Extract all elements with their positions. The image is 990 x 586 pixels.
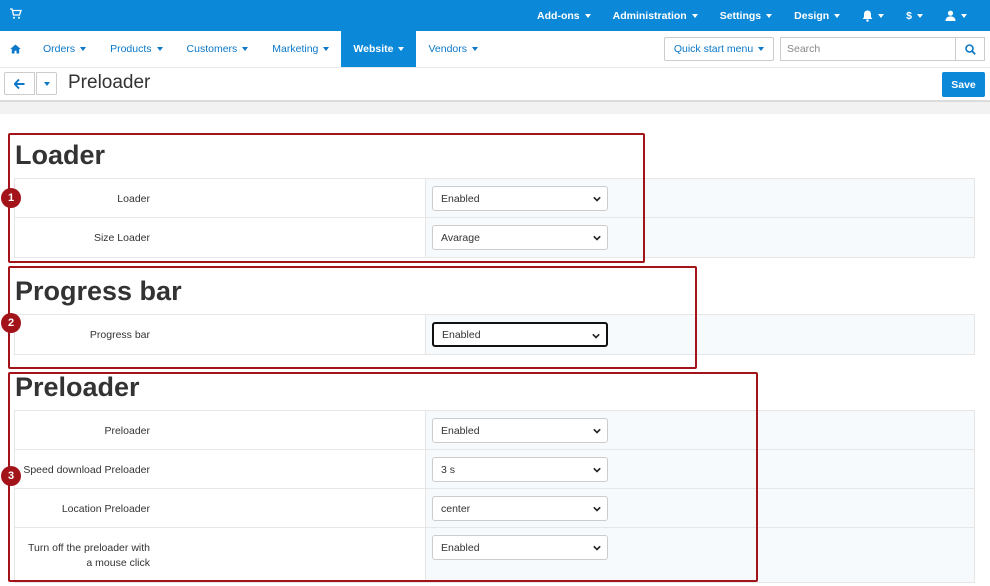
chevron-down-icon bbox=[80, 47, 87, 51]
nav-marketing-label: Marketing bbox=[272, 43, 319, 55]
top-menu: Add-ons Administration Settings Design $ bbox=[526, 0, 978, 31]
nav-products-label: Products bbox=[110, 43, 152, 55]
annotation-box-3 bbox=[8, 372, 758, 582]
annotation-box-1 bbox=[8, 133, 645, 263]
menu-administration-label: Administration bbox=[612, 9, 687, 22]
annotation-badge-3: 3 bbox=[1, 466, 21, 486]
nav-home[interactable] bbox=[0, 31, 31, 67]
menu-addons[interactable]: Add-ons bbox=[526, 10, 602, 22]
chevron-down-icon bbox=[43, 81, 50, 86]
page-toolbar: Preloader Save bbox=[0, 68, 990, 102]
menu-addons-label: Add-ons bbox=[537, 9, 580, 22]
menu-currency[interactable]: $ bbox=[895, 10, 934, 22]
nav-marketing[interactable]: Marketing bbox=[260, 31, 341, 67]
search-icon bbox=[964, 43, 976, 55]
cart-icon[interactable] bbox=[10, 8, 22, 20]
menu-design[interactable]: Design bbox=[783, 10, 851, 22]
chevron-down-icon bbox=[472, 47, 479, 51]
menu-administration[interactable]: Administration bbox=[602, 10, 709, 22]
nav-vendors-label: Vendors bbox=[428, 43, 468, 55]
history-dropdown-button[interactable] bbox=[36, 72, 57, 95]
chevron-down-icon bbox=[584, 13, 591, 18]
nav-website[interactable]: Website bbox=[341, 31, 417, 67]
main-nav: Orders Products Customers Marketing Webs… bbox=[0, 31, 990, 68]
home-icon bbox=[10, 44, 21, 54]
menu-user[interactable] bbox=[934, 10, 978, 21]
chevron-down-icon bbox=[242, 47, 249, 51]
nav-customers-label: Customers bbox=[186, 43, 238, 55]
nav-customers[interactable]: Customers bbox=[175, 31, 261, 67]
search-button[interactable] bbox=[955, 37, 985, 61]
user-icon bbox=[945, 10, 956, 21]
nav-items: Orders Products Customers Marketing Webs… bbox=[0, 31, 490, 67]
nav-orders[interactable]: Orders bbox=[31, 31, 98, 67]
chevron-down-icon bbox=[766, 13, 773, 18]
search-input[interactable] bbox=[780, 37, 956, 61]
top-bar: Add-ons Administration Settings Design $ bbox=[0, 0, 990, 31]
quick-start-menu-button[interactable]: Quick start menu bbox=[664, 37, 774, 61]
nav-products[interactable]: Products bbox=[98, 31, 174, 67]
quick-start-label: Quick start menu bbox=[673, 43, 754, 55]
chevron-down-icon bbox=[398, 47, 405, 51]
menu-settings-label: Settings bbox=[719, 9, 762, 22]
chevron-down-icon bbox=[323, 47, 330, 51]
page-title: Preloader bbox=[68, 72, 151, 93]
chevron-down-icon bbox=[758, 47, 765, 51]
menu-design-label: Design bbox=[794, 9, 830, 22]
nav-orders-label: Orders bbox=[43, 43, 76, 55]
chevron-down-icon bbox=[691, 13, 698, 18]
arrow-left-icon bbox=[14, 78, 25, 89]
chevron-down-icon bbox=[878, 13, 885, 18]
chevron-down-icon bbox=[917, 13, 923, 18]
menu-currency-label: $ bbox=[906, 9, 912, 22]
save-button[interactable]: Save bbox=[942, 72, 985, 97]
annotation-badge-2: 2 bbox=[1, 313, 21, 333]
menu-settings[interactable]: Settings bbox=[709, 10, 783, 22]
nav-vendors[interactable]: Vendors bbox=[416, 31, 490, 67]
chevron-down-icon bbox=[961, 13, 967, 18]
chevron-down-icon bbox=[156, 47, 163, 51]
back-button[interactable] bbox=[4, 72, 35, 95]
chevron-down-icon bbox=[834, 13, 841, 18]
annotation-badge-1: 1 bbox=[1, 188, 21, 208]
annotation-box-2 bbox=[8, 266, 697, 369]
bell-icon bbox=[862, 10, 873, 22]
toolbar-shadow-band bbox=[0, 102, 990, 114]
menu-notifications[interactable] bbox=[851, 10, 895, 22]
nav-website-label: Website bbox=[353, 43, 394, 55]
